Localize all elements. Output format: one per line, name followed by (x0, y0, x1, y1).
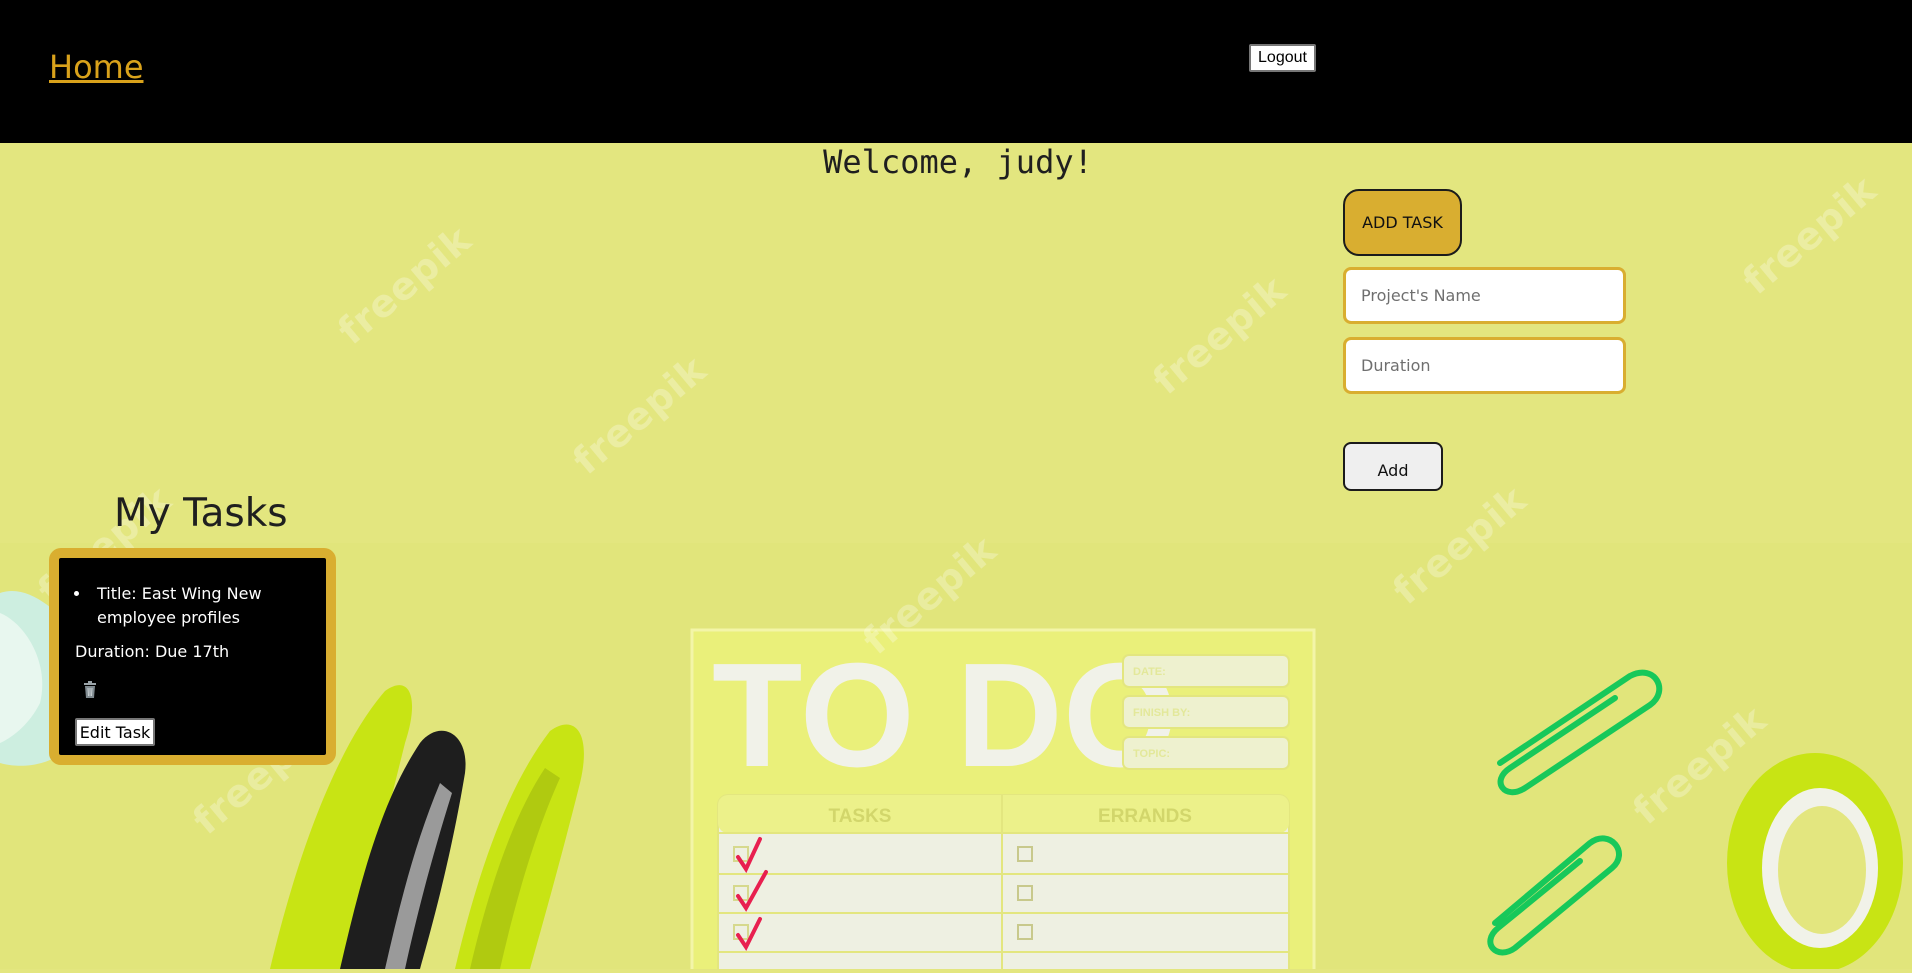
top-nav-bar: Home Logout (0, 0, 1912, 143)
todo-tasks-column: TASKS (829, 806, 892, 827)
duration-input[interactable] (1343, 337, 1626, 394)
add-button[interactable]: Add (1343, 442, 1443, 491)
task-duration: Duration: Due 17th (75, 642, 230, 661)
task-card: Title: East Wing New employee profiles D… (49, 548, 336, 765)
todo-finish-by-label: FINISH BY: (1133, 707, 1190, 719)
todo-topic-label: TOPIC: (1133, 748, 1170, 760)
my-tasks-heading: My Tasks (114, 491, 288, 536)
add-task-toggle-button[interactable]: ADD TASK (1343, 189, 1462, 256)
todo-notepad: TO DO DATE: FINISH BY: TOPIC: TASKS ERRA… (690, 628, 1316, 973)
edit-task-button[interactable]: Edit Task (75, 718, 155, 746)
project-name-input[interactable] (1343, 267, 1626, 324)
todo-date-label: DATE: (1133, 666, 1166, 678)
task-title: Title: East Wing New employee profiles (91, 582, 315, 630)
todo-errands-column: ERRANDS (1098, 806, 1192, 827)
todo-pad-title: TO DO (712, 633, 1178, 798)
tape-roll (1727, 753, 1903, 973)
home-link[interactable]: Home (49, 48, 144, 86)
logout-button[interactable]: Logout (1249, 44, 1316, 72)
welcome-heading: Welcome, judy! (0, 143, 1912, 181)
welcome-text: Welcome, judy! (823, 143, 1093, 181)
trash-icon[interactable] (83, 681, 97, 699)
task-title-list: Title: East Wing New employee profiles (75, 582, 315, 630)
